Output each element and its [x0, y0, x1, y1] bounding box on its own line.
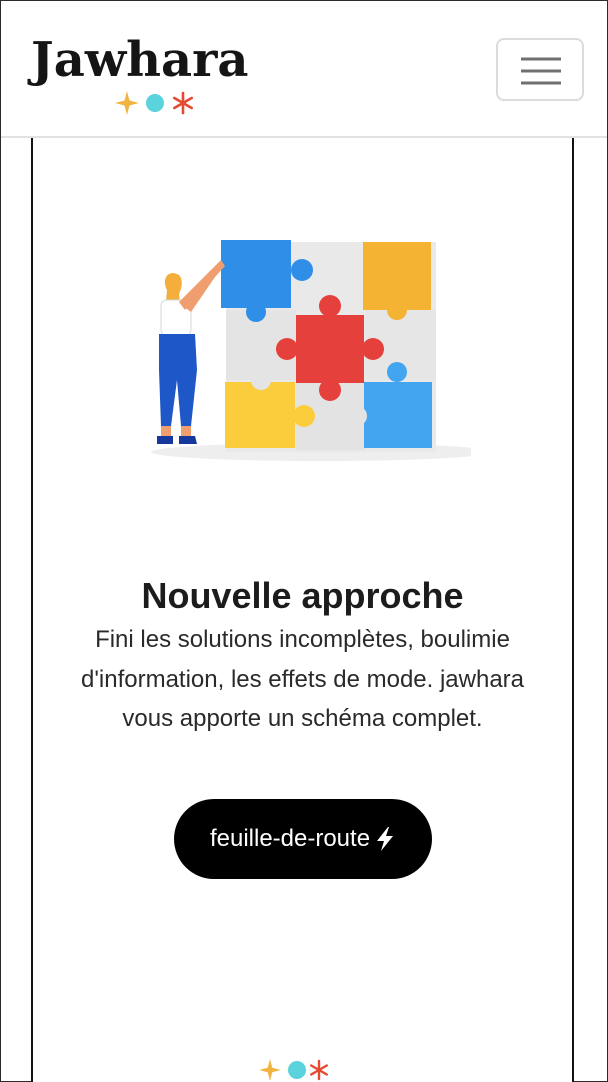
brand-name: Jawhara — [31, 32, 249, 88]
lightning-icon — [377, 827, 394, 851]
dot-icon — [288, 1061, 306, 1079]
asterisk-icon — [310, 1059, 329, 1081]
brand-logo[interactable]: Jawhara — [31, 29, 261, 119]
star-icon — [259, 1059, 281, 1081]
feature-card: Nouvelle approche Fini les solutions inc… — [31, 138, 574, 1082]
roadmap-button-label: feuille-de-route — [209, 825, 371, 852]
dot-icon — [146, 94, 164, 112]
site-header: Jawhara — [1, 1, 607, 138]
hamburger-icon — [521, 57, 561, 85]
hero-title: Nouvelle approche — [141, 575, 464, 616]
menu-toggle-button[interactable] — [496, 38, 584, 101]
star-icon — [115, 91, 139, 115]
hero-description: Fini les solutions incomplètes, boulimie… — [80, 626, 525, 732]
brand-marks — [115, 91, 193, 115]
puzzle-illustration — [151, 240, 471, 461]
asterisk-icon — [172, 91, 193, 115]
footer-marks — [259, 1059, 329, 1081]
roadmap-button[interactable]: feuille-de-route — [174, 799, 432, 879]
